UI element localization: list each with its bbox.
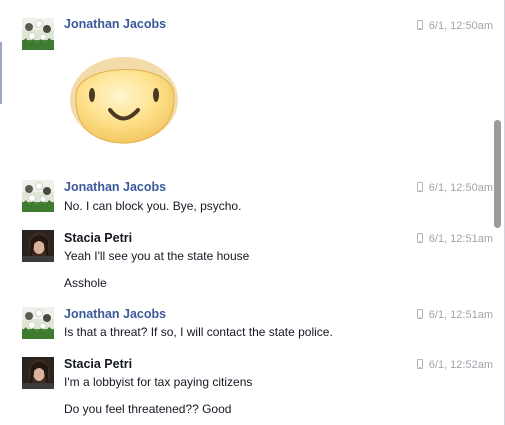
- message-group: Stacia Petri 6/1, 12:52am I'm a lobbyist…: [0, 347, 495, 425]
- sender-name-link[interactable]: Jonathan Jacobs: [64, 306, 166, 322]
- message-timestamp: 6/1, 12:52am: [416, 358, 493, 372]
- mobile-phone-icon: [416, 20, 423, 30]
- timestamp-text: 6/1, 12:52am: [428, 359, 493, 371]
- message-group: Jonathan Jacobs 6/1, 12:51am Is that a t…: [0, 297, 495, 347]
- avatar[interactable]: [22, 180, 54, 212]
- mobile-phone-icon: [416, 233, 423, 243]
- message-group: Jonathan Jacobs 6/1, 12:50am: [0, 0, 495, 160]
- message-text: Is that a threat? If so, I will contact …: [64, 325, 333, 339]
- sender-name-link[interactable]: Stacia Petri: [64, 230, 132, 246]
- message-group: Jonathan Jacobs 6/1, 12:50am No. I can b…: [0, 170, 495, 220]
- message-timestamp: 6/1, 12:51am: [416, 232, 493, 246]
- timestamp-text: 6/1, 12:50am: [428, 20, 493, 32]
- timestamp-text: 6/1, 12:50am: [428, 182, 493, 194]
- timestamp-text: 6/1, 12:51am: [428, 233, 493, 245]
- message-text: Asshole: [64, 276, 107, 290]
- message-text: Yeah I'll see you at the state house: [64, 249, 250, 263]
- avatar[interactable]: [22, 18, 54, 50]
- sender-name-link[interactable]: Jonathan Jacobs: [64, 179, 166, 195]
- sender-name-link[interactable]: Stacia Petri: [64, 356, 132, 372]
- mobile-phone-icon: [416, 309, 423, 319]
- sender-name-link[interactable]: Jonathan Jacobs: [64, 16, 166, 32]
- smiley-face-sticker[interactable]: [68, 55, 180, 145]
- scrollbar-thumb[interactable]: [494, 120, 501, 228]
- message-text: Do you feel threatened?? Good: [64, 402, 232, 416]
- timestamp-text: 6/1, 12:51am: [428, 309, 493, 321]
- message-thread: Jonathan Jacobs 6/1, 12:50am Jonathan Ja…: [0, 0, 505, 425]
- message-group: Stacia Petri 6/1, 12:51am Yeah I'll see …: [0, 220, 495, 300]
- avatar[interactable]: [22, 230, 54, 262]
- mobile-phone-icon: [416, 182, 423, 192]
- message-text: No. I can block you. Bye, psycho.: [64, 199, 242, 213]
- message-text: I'm a lobbyist for tax paying citizens: [64, 375, 253, 389]
- message-timestamp: 6/1, 12:51am: [416, 308, 493, 322]
- avatar[interactable]: [22, 307, 54, 339]
- mobile-phone-icon: [416, 359, 423, 369]
- message-timestamp: 6/1, 12:50am: [416, 181, 493, 195]
- message-timestamp: 6/1, 12:50am: [416, 19, 493, 33]
- avatar[interactable]: [22, 357, 54, 389]
